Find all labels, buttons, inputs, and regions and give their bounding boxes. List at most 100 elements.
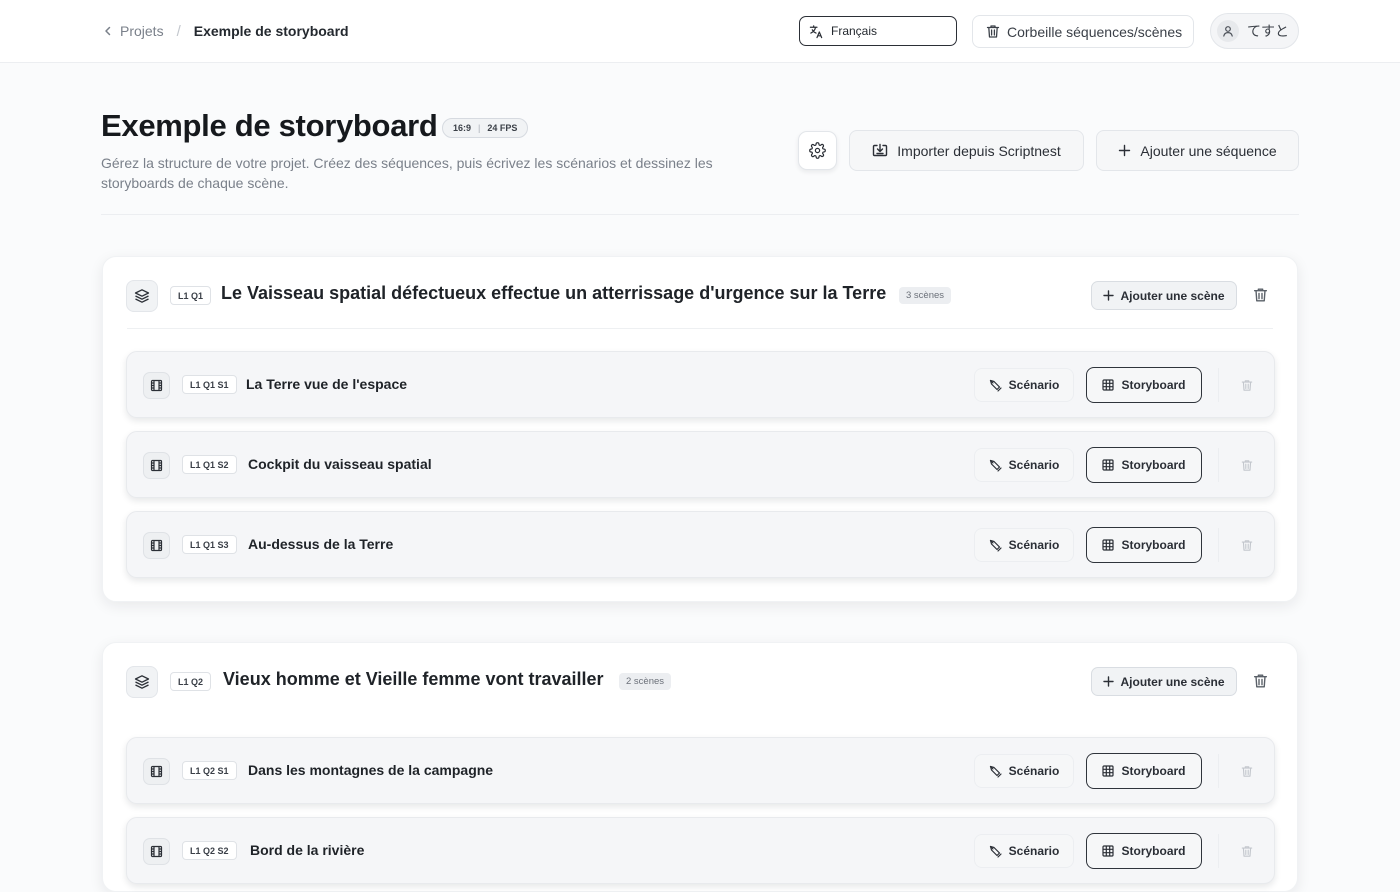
scenario-button[interactable]: Scénario <box>974 754 1074 788</box>
user-icon <box>1222 25 1234 37</box>
grid-icon <box>1102 539 1115 551</box>
storyboard-label: Storyboard <box>1121 378 1186 392</box>
film-icon <box>143 838 170 865</box>
trash-icon <box>1241 379 1253 392</box>
trash-icon <box>1253 673 1268 689</box>
delete-scene-button[interactable] <box>1218 448 1274 482</box>
scene-code: L1 Q2 S2 <box>182 841 237 860</box>
chevron-left-icon <box>102 25 114 37</box>
scenario-button[interactable]: Scénario <box>974 528 1074 562</box>
scene-title: Au-dessus de la Terre <box>248 536 394 552</box>
avatar <box>1217 20 1239 42</box>
film-icon <box>143 372 170 399</box>
sequence-header: L1 Q1 Le Vaisseau spatial défectueux eff… <box>103 257 1297 329</box>
storyboard-label: Storyboard <box>1121 538 1186 552</box>
scene-code: L1 Q1 S1 <box>182 375 237 394</box>
film-icon <box>143 532 170 559</box>
plus-icon <box>1118 144 1131 157</box>
grid-icon <box>1102 379 1115 391</box>
scenario-label: Scénario <box>1008 378 1060 392</box>
breadcrumb-projects-link[interactable]: Projets <box>102 23 164 39</box>
scenario-label: Scénario <box>1008 458 1060 472</box>
pen-icon <box>989 459 1002 472</box>
scene-row: L1 Q1 S1 La Terre vue de l'espace Scénar… <box>126 351 1275 418</box>
trash-icon <box>1241 539 1253 552</box>
scenario-label: Scénario <box>1008 764 1060 778</box>
scene-code: L1 Q1 S2 <box>182 455 237 474</box>
storyboard-label: Storyboard <box>1121 844 1186 858</box>
header-divider <box>101 214 1299 215</box>
scene-title: Bord de la rivière <box>250 842 365 858</box>
breadcrumb-separator: / <box>176 22 181 40</box>
grid-icon <box>1102 459 1115 471</box>
trash-button[interactable]: Corbeille séquences/scènes <box>972 15 1194 48</box>
pen-icon <box>989 539 1002 552</box>
fps: 24 FPS <box>487 123 518 133</box>
gear-icon <box>809 142 826 159</box>
add-scene-button[interactable]: Ajouter une scène <box>1091 281 1237 310</box>
trash-icon <box>1241 845 1253 858</box>
scene-row: L1 Q1 S2 Cockpit du vaisseau spatial Scé… <box>126 431 1275 498</box>
sequence-header: L1 Q2 Vieux homme et Vieille femme vont … <box>103 643 1297 715</box>
delete-scene-button[interactable] <box>1218 368 1274 402</box>
trash-icon <box>1241 459 1253 472</box>
pen-icon <box>989 379 1002 392</box>
scene-row: L1 Q1 S3 Au-dessus de la Terre Scénario … <box>126 511 1275 578</box>
settings-button[interactable] <box>798 131 837 170</box>
top-bar: Projets / Exemple de storyboard Français… <box>0 0 1400 63</box>
grid-icon <box>1102 765 1115 777</box>
trash-icon <box>1253 287 1268 303</box>
scenario-label: Scénario <box>1008 538 1060 552</box>
add-sequence-label: Ajouter une séquence <box>1140 142 1277 159</box>
delete-sequence-button[interactable] <box>1253 673 1268 689</box>
language-select[interactable]: Français <box>799 16 957 46</box>
page-title: Exemple de storyboard <box>101 108 438 143</box>
layers-icon <box>126 280 158 312</box>
film-icon <box>143 452 170 479</box>
scene-code: L1 Q1 S3 <box>182 535 237 554</box>
scene-count-badge: 2 scènes <box>619 673 672 690</box>
delete-scene-button[interactable] <box>1218 834 1274 868</box>
language-value: Français <box>831 24 878 38</box>
import-scriptnest-button[interactable]: Importer depuis Scriptnest <box>849 130 1084 171</box>
scene-count-badge: 3 scènes <box>899 287 952 304</box>
plus-icon <box>1103 676 1115 687</box>
sequence-code: L1 Q2 <box>170 672 212 691</box>
storyboard-button[interactable]: Storyboard <box>1086 367 1202 403</box>
add-scene-button[interactable]: Ajouter une scène <box>1091 667 1237 696</box>
breadcrumb-current: Exemple de storyboard <box>193 23 349 39</box>
trash-label: Corbeille séquences/scènes <box>1007 23 1183 40</box>
plus-icon <box>1103 290 1115 301</box>
meta-separator: | <box>478 123 481 133</box>
storyboard-button[interactable]: Storyboard <box>1086 447 1202 483</box>
sequence-card: L1 Q1 Le Vaisseau spatial défectueux eff… <box>102 256 1298 602</box>
storyboard-label: Storyboard <box>1121 458 1186 472</box>
scenario-button[interactable]: Scénario <box>974 448 1074 482</box>
delete-sequence-button[interactable] <box>1253 287 1268 303</box>
scenario-button[interactable]: Scénario <box>974 368 1074 402</box>
user-name: てすと <box>1247 23 1289 39</box>
import-label: Importer depuis Scriptnest <box>897 142 1061 159</box>
page-description: Gérez la structure de votre projet. Crée… <box>101 155 713 191</box>
storyboard-button[interactable]: Storyboard <box>1086 753 1202 789</box>
scene-row: L1 Q2 S1 Dans les montagnes de la campag… <box>126 737 1275 804</box>
add-scene-label: Ajouter une scène <box>1120 674 1225 689</box>
trash-icon <box>1241 765 1253 778</box>
scene-code: L1 Q2 S1 <box>182 761 237 780</box>
user-menu[interactable]: てすと <box>1210 13 1299 49</box>
scene-row: L1 Q2 S2 Bord de la rivière Scénario Sto… <box>126 817 1275 884</box>
pen-icon <box>989 765 1002 778</box>
add-scene-label: Ajouter une scène <box>1120 288 1225 303</box>
sequence-card: L1 Q2 Vieux homme et Vieille femme vont … <box>102 642 1298 892</box>
add-sequence-button[interactable]: Ajouter une séquence <box>1096 130 1299 171</box>
trash-icon <box>986 24 1000 39</box>
aspect-ratio: 16:9 <box>453 123 472 133</box>
breadcrumb: Projets / Exemple de storyboard <box>102 20 349 42</box>
delete-scene-button[interactable] <box>1218 754 1274 788</box>
storyboard-button[interactable]: Storyboard <box>1086 833 1202 869</box>
scenario-button[interactable]: Scénario <box>974 834 1074 868</box>
translate-icon <box>809 24 824 39</box>
storyboard-button[interactable]: Storyboard <box>1086 527 1202 563</box>
delete-scene-button[interactable] <box>1218 528 1274 562</box>
scenario-label: Scénario <box>1008 844 1060 858</box>
